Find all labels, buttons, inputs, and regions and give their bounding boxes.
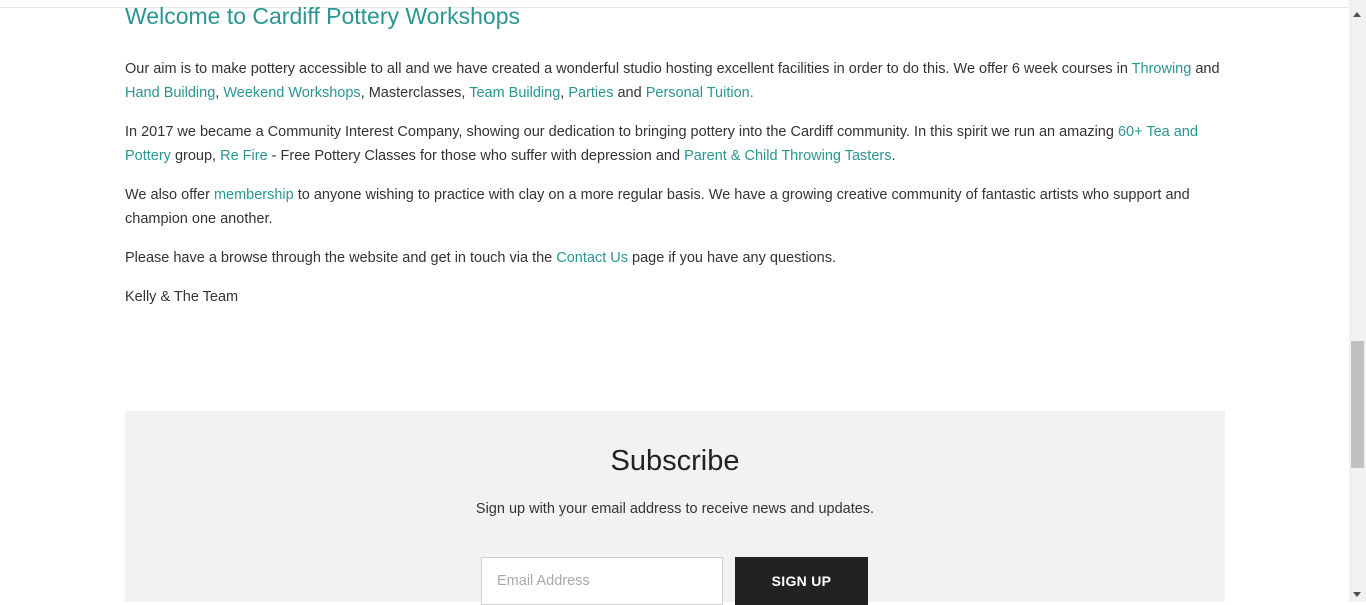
- vertical-scrollbar[interactable]: [1349, 0, 1366, 602]
- text: group,: [170, 148, 221, 164]
- parties-link[interactable]: Parties: [568, 85, 613, 101]
- text: and: [1191, 61, 1220, 77]
- email-input[interactable]: [481, 557, 723, 605]
- hand-building-link[interactable]: Hand Building: [125, 85, 215, 101]
- throwing-link[interactable]: Throwing: [1132, 61, 1192, 77]
- text: In 2017 we became a Community Interest C…: [125, 124, 1118, 140]
- scroll-up-arrow-icon[interactable]: [1353, 12, 1361, 17]
- contact-paragraph: Please have a browse through the website…: [125, 246, 1225, 270]
- contact-us-link[interactable]: Contact Us: [556, 250, 628, 266]
- sign-up-button[interactable]: SIGN UP: [735, 557, 868, 605]
- membership-paragraph: We also offer membership to anyone wishi…: [125, 183, 1225, 231]
- community-paragraph: In 2017 we became a Community Interest C…: [125, 120, 1225, 168]
- text: Please have a browse through the website…: [125, 250, 557, 266]
- text: and: [613, 85, 646, 101]
- page-title: Welcome to Cardiff Pottery Workshops: [125, 3, 520, 29]
- membership-link[interactable]: membership: [214, 187, 294, 203]
- weekend-workshops-link[interactable]: Weekend Workshops: [223, 85, 360, 101]
- text: , Masterclasses,: [360, 85, 470, 101]
- signoff: Kelly & The Team: [125, 289, 239, 305]
- text: - Free Pottery Classes for those who suf…: [267, 148, 685, 164]
- subscribe-description: Sign up with your email address to recei…: [475, 501, 875, 517]
- parent-child-link[interactable]: Parent & Child Throwing Tasters: [684, 148, 891, 164]
- subscribe-title: Subscribe: [610, 445, 740, 477]
- personal-tuition-link[interactable]: Personal Tuition.: [646, 85, 754, 101]
- intro-paragraph: Our aim is to make pottery accessible to…: [125, 57, 1225, 105]
- re-fire-link[interactable]: Re Fire: [220, 148, 268, 164]
- text: .: [891, 148, 896, 164]
- team-building-link[interactable]: Team Building: [469, 85, 560, 101]
- subscribe-panel: Subscribe Sign up with your email addres…: [125, 411, 1225, 605]
- scrollbar-thumb[interactable]: [1351, 341, 1364, 468]
- text: page if you have any questions.: [628, 250, 836, 266]
- scroll-down-arrow-icon[interactable]: [1353, 592, 1361, 597]
- text: We also offer: [125, 187, 214, 203]
- text: Our aim is to make pottery accessible to…: [125, 61, 1132, 77]
